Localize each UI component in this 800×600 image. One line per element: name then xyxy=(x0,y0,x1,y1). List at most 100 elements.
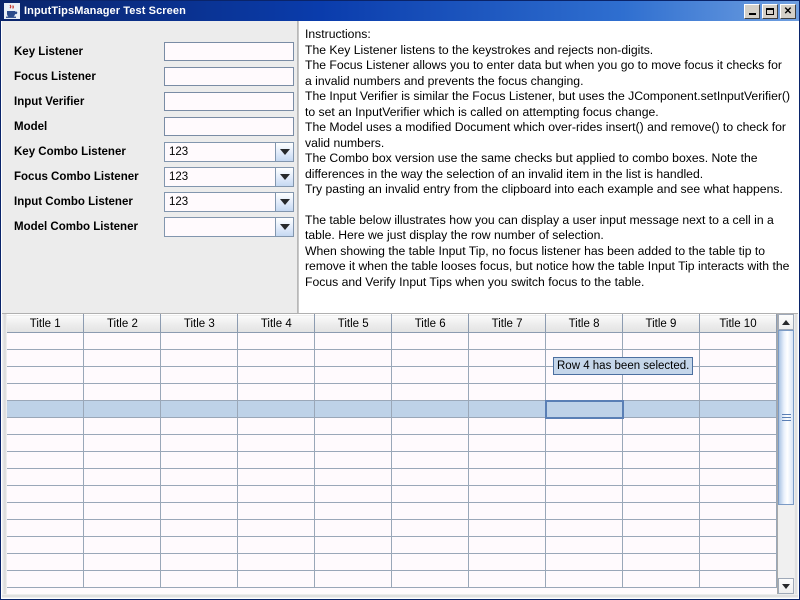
table-cell[interactable] xyxy=(314,332,393,350)
table-cell[interactable] xyxy=(699,502,777,520)
scroll-up-arrow-icon[interactable] xyxy=(778,314,794,330)
table-cell[interactable] xyxy=(468,332,547,350)
table-cell[interactable] xyxy=(83,366,162,384)
table-cell[interactable] xyxy=(160,434,239,452)
table-cell[interactable] xyxy=(7,332,85,350)
table-cell[interactable] xyxy=(545,468,623,486)
table-cell[interactable] xyxy=(7,468,85,486)
table-cell[interactable] xyxy=(160,417,239,435)
key-combo-listener-select[interactable]: 123 xyxy=(164,141,294,162)
table-cell[interactable] xyxy=(391,468,470,486)
table-cell[interactable] xyxy=(83,519,162,537)
scroll-down-arrow-icon[interactable] xyxy=(778,578,794,594)
table-cell[interactable] xyxy=(699,468,777,486)
table-cell[interactable] xyxy=(7,502,85,520)
table-column-header[interactable]: Title 10 xyxy=(699,314,777,333)
table-cell[interactable] xyxy=(314,553,393,571)
table-cell[interactable] xyxy=(160,400,239,418)
table-cell[interactable] xyxy=(391,383,470,401)
table-cell[interactable] xyxy=(7,519,85,537)
table-row[interactable] xyxy=(7,570,777,588)
table-row[interactable] xyxy=(7,417,777,435)
table-cell[interactable] xyxy=(391,502,470,520)
table-cell[interactable] xyxy=(237,570,316,588)
vertical-scrollbar[interactable] xyxy=(777,314,794,594)
data-table[interactable]: Title 1 Title 2 Title 3 Title 4 Title 5 Title… xyxy=(7,314,777,588)
table-cell[interactable] xyxy=(622,417,700,435)
table-cell[interactable] xyxy=(391,553,470,571)
input-verifier-input[interactable] xyxy=(164,92,294,111)
table-cell[interactable] xyxy=(160,468,239,486)
table-cell[interactable] xyxy=(699,519,777,537)
table-cell[interactable] xyxy=(699,485,777,503)
table-cell[interactable] xyxy=(237,400,316,418)
table-cell[interactable] xyxy=(391,417,470,435)
table-cell[interactable] xyxy=(237,383,316,401)
table-cell[interactable] xyxy=(160,451,239,469)
table-cell[interactable] xyxy=(391,451,470,469)
table-cell[interactable] xyxy=(391,400,470,418)
key-listener-input[interactable] xyxy=(164,42,294,61)
table-cell[interactable] xyxy=(699,332,777,350)
table-cell[interactable] xyxy=(7,400,85,418)
table-cell[interactable] xyxy=(391,570,470,588)
table-cell[interactable] xyxy=(622,400,700,418)
table-cell[interactable] xyxy=(160,570,239,588)
table-cell[interactable] xyxy=(83,553,162,571)
table-cell[interactable] xyxy=(237,349,316,367)
table-cell[interactable] xyxy=(699,536,777,554)
table-cell[interactable] xyxy=(314,366,393,384)
table-cell[interactable] xyxy=(83,349,162,367)
table-cell[interactable] xyxy=(83,400,162,418)
table-row[interactable] xyxy=(7,553,777,571)
table-row[interactable] xyxy=(7,332,777,350)
table-cell[interactable] xyxy=(468,570,547,588)
table-row[interactable] xyxy=(7,519,777,537)
table-cell[interactable] xyxy=(468,400,547,418)
table-cell[interactable] xyxy=(699,570,777,588)
model-combo-listener-select[interactable] xyxy=(164,216,294,237)
table-cell[interactable] xyxy=(314,485,393,503)
table-cell[interactable] xyxy=(391,536,470,554)
maximize-button[interactable] xyxy=(762,3,778,19)
table-cell[interactable] xyxy=(314,570,393,588)
table-column-header[interactable]: Title 5 xyxy=(314,314,393,333)
table-cell[interactable] xyxy=(160,536,239,554)
table-cell[interactable] xyxy=(468,502,547,520)
table-cell[interactable] xyxy=(468,366,547,384)
table-cell[interactable] xyxy=(314,383,393,401)
table-cell[interactable] xyxy=(468,468,547,486)
table-cell[interactable] xyxy=(160,553,239,571)
table-cell[interactable] xyxy=(545,383,623,401)
table-cell[interactable] xyxy=(622,553,700,571)
table-column-header[interactable]: Title 8 xyxy=(545,314,623,333)
table-cell[interactable] xyxy=(699,383,777,401)
table-cell[interactable] xyxy=(391,349,470,367)
table-row[interactable] xyxy=(7,434,777,452)
scrollbar-track[interactable] xyxy=(778,330,794,578)
table-cell[interactable] xyxy=(545,536,623,554)
table-cell[interactable] xyxy=(622,332,700,350)
table-cell[interactable] xyxy=(83,451,162,469)
table-cell[interactable] xyxy=(622,451,700,469)
focus-combo-listener-select[interactable]: 123 xyxy=(164,166,294,187)
table-cell[interactable] xyxy=(237,366,316,384)
table-cell[interactable] xyxy=(468,553,547,571)
title-bar[interactable]: InputTipsManager Test Screen ✕ xyxy=(1,1,799,21)
table-cell[interactable] xyxy=(314,468,393,486)
table-column-header[interactable]: Title 9 xyxy=(622,314,700,333)
table-column-header[interactable]: Title 6 xyxy=(391,314,470,333)
table-column-header[interactable]: Title 2 xyxy=(83,314,162,333)
table-row[interactable] xyxy=(7,399,777,419)
table-column-header[interactable]: Title 7 xyxy=(468,314,547,333)
table-cell[interactable] xyxy=(391,434,470,452)
table-cell[interactable] xyxy=(468,536,547,554)
table-cell[interactable] xyxy=(468,349,547,367)
table-cell[interactable] xyxy=(622,434,700,452)
table-cell[interactable] xyxy=(160,349,239,367)
table-row[interactable] xyxy=(7,485,777,503)
table-cell[interactable] xyxy=(7,536,85,554)
table-cell[interactable] xyxy=(83,502,162,520)
table-cell[interactable] xyxy=(545,553,623,571)
table-cell[interactable] xyxy=(83,536,162,554)
